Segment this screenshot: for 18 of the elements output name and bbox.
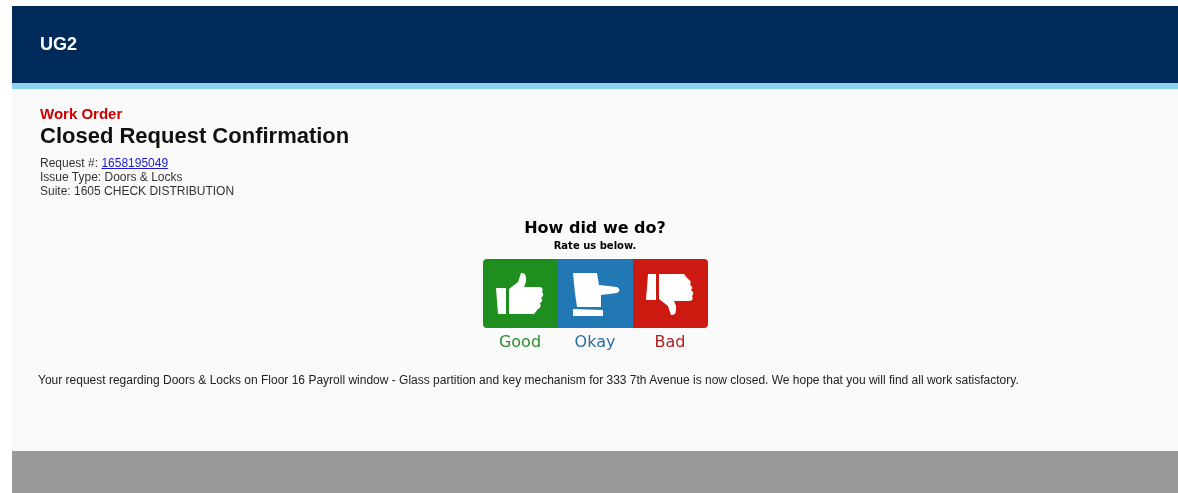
thumbs-down-icon: [644, 271, 696, 316]
rating-question: How did we do?: [524, 218, 666, 237]
closure-message: Your request regarding Doors & Locks on Floor 16 Payroll window - Glass partition and key mechanism for 333 7th Avenue is now closed. We hope that you will find all work satisfactory.: [38, 373, 1020, 387]
rating-label: Good: [498, 332, 542, 351]
request-label: Request #:: [40, 156, 99, 170]
thumbs-up-icon: [494, 271, 546, 316]
page-title: Closed Request Confirmation: [40, 123, 351, 149]
suite-text: Suite: 1605 CHECK DISTRIBUTION: [40, 184, 236, 198]
rating-prompt: Rate us below.: [553, 240, 637, 251]
rating-button[interactable]: [482, 259, 558, 328]
rating-button[interactable]: [557, 259, 633, 328]
section-label: Work Order: [40, 105, 124, 123]
rating-label: Bad: [654, 332, 686, 351]
rating-button[interactable]: [632, 259, 708, 328]
issue-type-text: Issue Type: Doors & Locks: [40, 170, 184, 184]
site-title: UG2: [40, 34, 77, 55]
request-link[interactable]: 1658195049: [101, 156, 169, 170]
rating-label: Okay: [574, 332, 616, 351]
